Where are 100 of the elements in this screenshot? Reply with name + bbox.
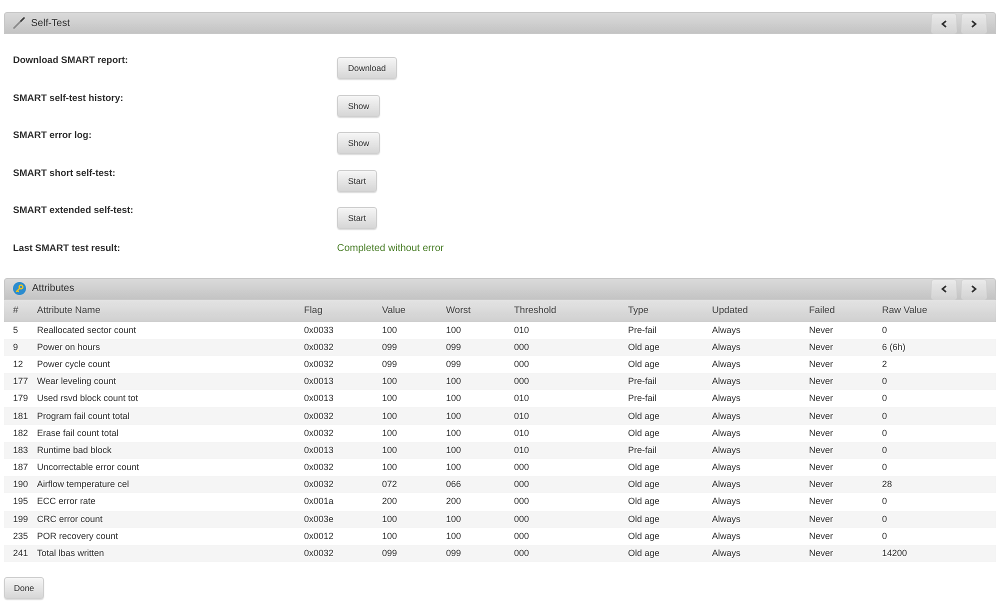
table-cell: Always — [703, 442, 800, 459]
table-cell: CRC error count — [28, 510, 295, 528]
table-cell: 000 — [505, 338, 619, 356]
table-cell: 100 — [373, 322, 437, 339]
table-cell: 28 — [873, 476, 996, 494]
table-cell-text: 000 — [513, 495, 530, 508]
table-cell: 010 — [505, 442, 619, 459]
table-cell: 000 — [505, 476, 619, 494]
table-cell: Never — [800, 338, 873, 356]
table-cell: Always — [703, 510, 800, 528]
table-cell-text: Always — [711, 495, 742, 508]
table-cell: 000 — [505, 510, 619, 528]
table-cell: Never — [800, 510, 873, 528]
table-cell: Old age — [619, 510, 703, 528]
result-text: Completed without error — [337, 242, 444, 254]
table-cell: 235 — [4, 528, 28, 545]
key-icon — [13, 282, 26, 295]
table-cell: Old age — [619, 544, 703, 562]
column-header: Updated — [703, 300, 800, 322]
table-cell: 100 — [373, 390, 437, 408]
table-cell: 072 — [373, 476, 437, 494]
table-cell: Program fail count total — [28, 407, 295, 425]
table-cell: 0x003e — [295, 510, 373, 528]
table-cell: Pre-fail — [619, 322, 703, 339]
table-cell: POR recovery count — [28, 528, 295, 545]
table-cell: Pre-fail — [619, 390, 703, 408]
table-cell: 182 — [4, 424, 28, 442]
table-cell: Uncorrectable error count — [28, 459, 295, 476]
field-label: SMART short self-test: — [13, 168, 116, 180]
table-cell: 010 — [505, 424, 619, 442]
table-cell: 0 — [873, 528, 996, 545]
table-cell: Never — [800, 528, 873, 545]
panel-title: Attributes — [32, 283, 74, 294]
table-cell: Reallocated sector count — [28, 322, 295, 339]
table-cell: 0x0033 — [295, 322, 373, 339]
chevron-right-icon — [971, 285, 977, 293]
next-button[interactable] — [961, 278, 987, 300]
table-cell: Old age — [619, 476, 703, 494]
table-cell: 100 — [373, 528, 437, 545]
field-label: SMART extended self-test: — [13, 205, 134, 217]
table-cell: Never — [800, 476, 873, 494]
table-cell: 099 — [437, 544, 505, 562]
table-cell: Old age — [619, 424, 703, 442]
table-cell: Pre-fail — [619, 373, 703, 390]
table-cell: 0x0032 — [295, 459, 373, 476]
action-button[interactable]: Show — [337, 132, 380, 154]
done-button[interactable]: Done — [4, 577, 44, 600]
table-cell: 0x0032 — [295, 544, 373, 562]
table-cell: 9 — [4, 338, 28, 356]
table-cell: Old age — [619, 407, 703, 425]
action-button[interactable]: Start — [337, 207, 377, 229]
table-cell: Erase fail count total — [28, 424, 295, 442]
table-cell: 100 — [437, 442, 505, 459]
table-cell: 100 — [373, 459, 437, 476]
table-cell: 100 — [437, 510, 505, 528]
table-cell: Always — [703, 544, 800, 562]
table-cell: Old age — [619, 528, 703, 545]
table-cell: 0x0013 — [295, 373, 373, 390]
table-cell: 099 — [437, 338, 505, 356]
chevron-right-icon — [971, 20, 977, 28]
table-cell: 099 — [373, 544, 437, 562]
table-cell: Airflow temperature cel — [28, 476, 295, 494]
table-cell: Old age — [619, 356, 703, 374]
table-cell: 100 — [437, 459, 505, 476]
table-cell: 100 — [373, 442, 437, 459]
table-cell: ECC error rate — [28, 493, 295, 511]
column-header: Raw Value — [873, 300, 996, 322]
column-header: Worst — [437, 300, 505, 322]
table-cell-text: 0x001a — [303, 495, 335, 508]
action-button[interactable]: Show — [337, 94, 380, 116]
previous-button[interactable] — [931, 13, 957, 34]
table-cell: Wear leveling count — [28, 373, 295, 390]
table-cell: 0 — [873, 407, 996, 425]
column-header: # — [4, 300, 28, 322]
table-cell: Power cycle count — [28, 356, 295, 374]
action-button[interactable]: Download — [337, 57, 397, 79]
table-cell: 000 — [505, 544, 619, 562]
action-button[interactable]: Start — [337, 170, 377, 192]
table-cell: 0x0032 — [295, 407, 373, 425]
column-header: Threshold — [505, 300, 619, 322]
field-label: Download SMART report: — [13, 55, 128, 67]
panel-title: Self-Test — [31, 18, 70, 28]
table-cell: 177 — [4, 373, 28, 390]
table-cell: 100 — [437, 424, 505, 442]
table-cell: Always — [703, 476, 800, 494]
table-cell: 010 — [505, 407, 619, 425]
table-cell-text: 200 — [445, 495, 462, 508]
table-cell: 0x0013 — [295, 442, 373, 459]
table-cell: Old age — [619, 338, 703, 356]
previous-button[interactable] — [931, 278, 957, 300]
table-cell: 000 — [505, 528, 619, 545]
table-cell: 100 — [437, 322, 505, 339]
table-cell: Never — [800, 544, 873, 562]
table-cell: 100 — [373, 407, 437, 425]
table-cell: Never — [800, 322, 873, 339]
table-cell: Never — [800, 390, 873, 408]
next-button[interactable] — [961, 13, 987, 34]
table-cell: 000 — [505, 356, 619, 374]
table-cell-text: Old age — [627, 495, 661, 508]
column-header: Failed — [800, 300, 873, 322]
